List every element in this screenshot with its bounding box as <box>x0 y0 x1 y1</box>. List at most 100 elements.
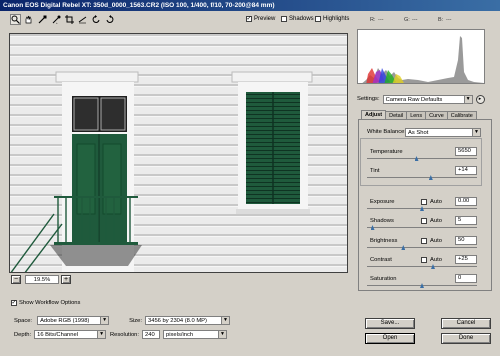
contrast-slider-track[interactable] <box>367 266 477 267</box>
crop-icon[interactable] <box>64 14 75 25</box>
resolution-label: Resolution: <box>110 331 140 338</box>
histogram-graph <box>362 36 484 83</box>
zoom-in-button[interactable]: + <box>61 275 71 284</box>
save-button[interactable]: Save... <box>365 318 415 329</box>
tint-label: Tint <box>370 168 380 174</box>
settings-menu-icon[interactable]: ▸ <box>475 94 485 104</box>
color-sampler-icon[interactable]: + <box>51 14 62 25</box>
brightness-field[interactable]: 50 <box>455 236 477 245</box>
settings-row: Settings: Camera Raw Defaults ▼ ▸ <box>357 93 495 105</box>
image-preview[interactable] <box>9 33 348 273</box>
hand-icon[interactable] <box>23 14 34 25</box>
size-row: Size: 3456 by 2304 (8.0 MP) ▼ <box>124 316 230 325</box>
saturation-field[interactable]: 0 <box>455 274 477 283</box>
size-select[interactable]: 3456 by 2304 (8.0 MP) ▼ <box>145 316 230 325</box>
zoom-bar: − 19.5% + <box>9 274 348 286</box>
contrast-label: Contrast <box>370 257 392 263</box>
zoom-level[interactable]: 19.5% <box>25 275 59 284</box>
size-value: 3456 by 2304 (8.0 MP) <box>148 318 207 324</box>
resolution-row: Resolution: 240 pixels/inch ▼ <box>110 330 228 339</box>
rotate-right-icon[interactable] <box>104 14 115 25</box>
depth-select[interactable]: 16 Bits/Channel ▼ <box>34 330 107 339</box>
g-readout-label: G: <box>404 17 410 23</box>
cancel-button[interactable]: Cancel <box>441 318 491 329</box>
contrast-auto-checkbox[interactable] <box>421 257 427 263</box>
depth-row: Depth: 16 Bits/Channel ▼ <box>14 330 107 339</box>
settings-value: Camera Raw Defaults <box>385 96 443 103</box>
brightness-slider-track[interactable] <box>367 247 477 248</box>
preview-label: Preview <box>254 16 276 22</box>
highlights-clipping-label: Highlights <box>323 16 350 22</box>
exposure-auto-label: Auto <box>430 199 442 205</box>
resolution-field[interactable]: 240 <box>142 330 161 339</box>
highlights-check-box[interactable] <box>315 16 321 22</box>
tab-lens[interactable]: Lens <box>406 111 427 119</box>
r-readout-value: --- <box>378 17 384 23</box>
white-balance-value: As Shot <box>408 130 429 136</box>
tint-slider-track[interactable] <box>367 177 477 178</box>
window-title: Canon EOS Digital Rebel XT: 350d_0000_15… <box>0 0 500 11</box>
exposure-field[interactable]: 0.00 <box>455 197 477 206</box>
depth-value: 16 Bits/Channel <box>37 332 79 338</box>
size-label: Size: <box>129 317 142 324</box>
rotate-left-icon[interactable] <box>91 14 102 25</box>
done-button[interactable]: Done <box>441 333 491 344</box>
shadows-label: Shadows <box>370 218 394 224</box>
workflow-options-label: Show Workflow Options <box>19 300 81 306</box>
brightness-label: Brightness <box>370 238 398 244</box>
contrast-field[interactable]: +25 <box>455 255 477 264</box>
space-row: Space: Adobe RGB (1998) ▼ <box>14 316 110 325</box>
shadows-clipping-checkbox[interactable]: Shadows <box>281 16 314 22</box>
chevron-down-icon: ▼ <box>221 317 229 324</box>
exposure-auto-checkbox[interactable] <box>421 199 427 205</box>
space-label: Space: <box>14 317 33 324</box>
b-readout-value: --- <box>446 17 452 23</box>
shadows-slider-track[interactable] <box>367 227 477 228</box>
white-balance-label: White Balance: <box>367 129 406 135</box>
space-select[interactable]: Adobe RGB (1998) ▼ <box>37 316 110 325</box>
zoom-icon[interactable] <box>10 14 21 25</box>
temperature-label: Temperature <box>370 149 403 155</box>
space-value: Adobe RGB (1998) <box>40 318 90 324</box>
workflow-check-mark[interactable]: ✓ <box>11 300 17 306</box>
tab-detail[interactable]: Detail <box>385 111 408 119</box>
temperature-slider-track[interactable] <box>367 158 477 159</box>
white-balance-group <box>360 138 482 186</box>
zoom-out-button[interactable]: − <box>11 275 21 284</box>
histogram <box>357 29 485 84</box>
chevron-down-icon: ▼ <box>472 129 480 136</box>
depth-label: Depth: <box>14 331 32 338</box>
chevron-down-icon: ▼ <box>218 331 227 338</box>
svg-text:+: + <box>56 21 58 24</box>
g-readout-value: --- <box>412 17 418 23</box>
workflow-options-toggle[interactable]: ✓ Show Workflow Options <box>11 300 80 306</box>
settings-select[interactable]: Camera Raw Defaults ▼ <box>382 94 473 104</box>
tab-adjust[interactable]: Adjust <box>361 110 387 119</box>
r-readout-label: R: <box>370 17 376 23</box>
preview-check-mark[interactable]: ✓ <box>246 16 252 22</box>
shadows-clipping-label: Shadows <box>289 16 314 22</box>
white-balance-icon[interactable] <box>37 14 48 25</box>
resolution-unit-value: pixels/inch <box>166 332 194 338</box>
chevron-down-icon: ▼ <box>100 317 109 324</box>
highlights-clipping-checkbox[interactable]: Highlights <box>315 16 349 22</box>
white-balance-select[interactable]: As Shot ▼ <box>405 128 481 137</box>
chevron-down-icon: ▼ <box>97 331 106 338</box>
house-photo <box>10 34 347 272</box>
shadows-auto-checkbox[interactable] <box>421 218 427 224</box>
b-readout-label: B: <box>438 17 444 23</box>
open-button[interactable]: Open <box>365 333 415 344</box>
straighten-icon[interactable] <box>77 14 88 25</box>
tab-curve[interactable]: Curve <box>425 111 448 119</box>
exposure-label: Exposure <box>370 199 395 205</box>
brightness-auto-label: Auto <box>430 238 442 244</box>
temperature-field[interactable]: 5650 <box>455 147 477 156</box>
tint-field[interactable]: +14 <box>455 166 477 175</box>
tab-calibrate[interactable]: Calibrate <box>446 111 477 119</box>
brightness-auto-checkbox[interactable] <box>421 238 427 244</box>
shadows-field[interactable]: 5 <box>455 216 477 225</box>
settings-label: Settings: <box>357 96 380 102</box>
shadows-check-box[interactable] <box>281 16 287 22</box>
preview-checkbox[interactable]: ✓ Preview <box>246 16 275 22</box>
resolution-unit-select[interactable]: pixels/inch ▼ <box>163 330 228 339</box>
